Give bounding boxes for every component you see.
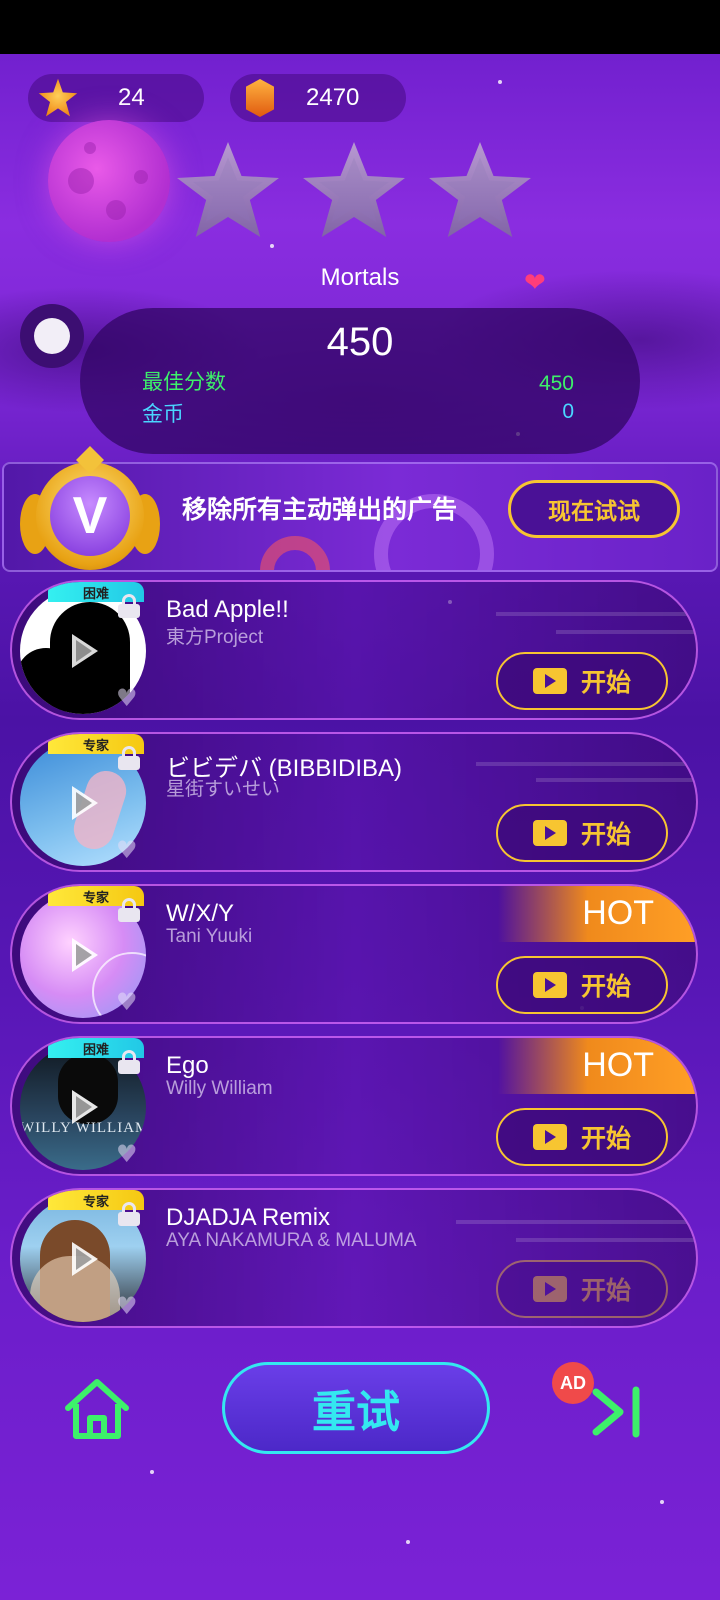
sparkle: [270, 244, 274, 248]
song-artist: 星街すいせい: [166, 779, 281, 800]
favorite-heart-icon[interactable]: ❤: [524, 270, 546, 296]
heart-icon[interactable]: ♥: [116, 686, 138, 710]
song-card[interactable]: 困难 ♥ Bad Apple!! 東方Project 开始: [10, 580, 698, 720]
song-card[interactable]: HOT 专家 ♥ W/X/Y Tani Yuuki 开始: [10, 884, 698, 1024]
home-button[interactable]: [62, 1374, 132, 1444]
start-button[interactable]: 开始: [496, 956, 668, 1014]
song-title: W/X/Y: [166, 900, 235, 927]
video-ad-icon: [532, 668, 567, 694]
best-score-value: 450: [538, 372, 574, 395]
moon-decoration: [48, 120, 170, 242]
start-button[interactable]: 开始: [496, 804, 668, 862]
heart-icon[interactable]: ♥: [116, 838, 138, 862]
start-button[interactable]: 开始: [496, 652, 668, 710]
song-artist: 東方Project: [166, 627, 264, 648]
video-ad-icon: [532, 1276, 567, 1302]
lock-icon: [118, 1202, 140, 1226]
song-artist: Tani Yuuki: [166, 926, 253, 947]
song-card[interactable]: 专家 ♥ DJADJA Remix AYA NAKAMURA & MALUMA …: [10, 1188, 698, 1328]
song-title: Ego: [166, 1052, 209, 1079]
coins-value: 0: [562, 400, 574, 423]
skip-next-button[interactable]: [590, 1382, 650, 1442]
lock-icon: [118, 746, 140, 770]
song-artist: AYA NAKAMURA & MALUMA: [166, 1230, 417, 1251]
play-icon[interactable]: [72, 634, 98, 668]
coins-label: 金币: [142, 402, 184, 426]
best-score-label: 最佳分数: [142, 370, 226, 394]
play-icon[interactable]: [72, 1090, 98, 1124]
heart-icon[interactable]: ♥: [116, 1294, 138, 1318]
sparkle: [406, 1540, 410, 1544]
score-panel: 450 最佳分数 450 金币 0: [80, 308, 640, 454]
song-card[interactable]: 专家 ♥ ビビデバ (BIBBIDIBA) 星街すいせい 开始: [10, 732, 698, 872]
home-icon: [65, 1379, 129, 1439]
stars-count: 24: [118, 84, 145, 111]
video-ad-icon: [532, 972, 567, 998]
song-artist: Willy William: [166, 1078, 273, 1099]
lock-icon: [118, 1050, 140, 1074]
try-now-button[interactable]: 现在试试: [508, 480, 680, 538]
song-title: Bad Apple!!: [166, 596, 289, 623]
gem-icon: [246, 79, 274, 117]
lock-icon: [118, 898, 140, 922]
gems-counter: 2470: [230, 74, 406, 122]
heart-icon[interactable]: ♥: [116, 1142, 138, 1166]
skip-next-icon: [592, 1386, 640, 1438]
play-icon[interactable]: [72, 1242, 98, 1276]
start-button[interactable]: 开始: [496, 1260, 668, 1318]
video-ad-icon: [532, 1124, 567, 1150]
remove-ads-text: 移除所有主动弹出的广告: [182, 495, 458, 524]
sparkle: [150, 1470, 154, 1474]
score-value: 450: [326, 320, 394, 364]
song-card[interactable]: HOT WILLY WILLIAM 困难 ♥ Ego Willy William…: [10, 1036, 698, 1176]
lock-icon: [118, 594, 140, 618]
song-title: DJADJA Remix: [166, 1204, 331, 1231]
sparkle: [660, 1500, 664, 1504]
heart-icon[interactable]: ♥: [116, 990, 138, 1014]
play-icon[interactable]: [72, 786, 98, 820]
ad-badge: AD: [552, 1362, 594, 1404]
song-title: Mortals: [320, 264, 400, 291]
record-toggle-button[interactable]: [20, 304, 84, 368]
stars-counter: 24: [28, 74, 204, 122]
hot-badge: HOT: [498, 886, 696, 942]
start-button[interactable]: 开始: [496, 1108, 668, 1166]
gems-count: 2470: [306, 84, 360, 111]
video-ad-icon: [532, 820, 567, 846]
retry-button[interactable]: 重试: [222, 1362, 490, 1454]
hot-badge: HOT: [498, 1038, 696, 1094]
vip-badge-icon: V: [18, 446, 162, 572]
status-bar: [0, 0, 720, 54]
sparkle: [498, 80, 502, 84]
play-icon[interactable]: [72, 938, 98, 972]
star-icon: [38, 78, 78, 117]
